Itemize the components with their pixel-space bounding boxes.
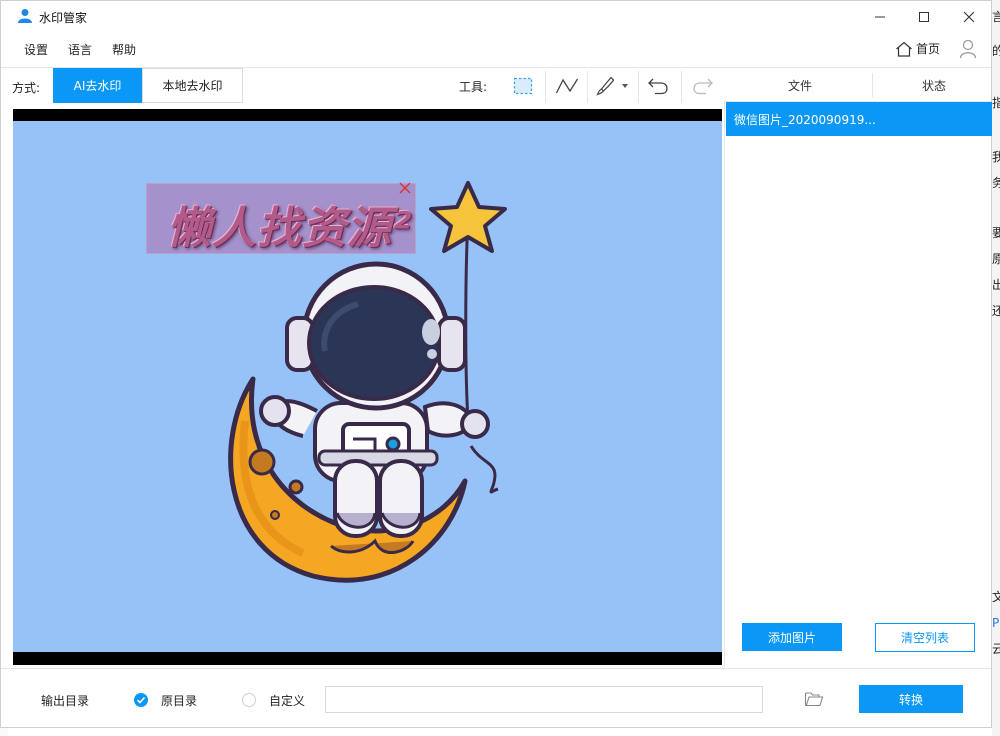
toolbar-divider xyxy=(545,71,546,103)
rect-select-tool[interactable] xyxy=(507,73,539,99)
home-icon xyxy=(896,41,912,57)
maximize-button[interactable] xyxy=(901,1,947,32)
menu-help[interactable]: 帮助 xyxy=(112,41,136,58)
app-logo-icon xyxy=(18,9,32,23)
undo-button[interactable] xyxy=(642,73,674,99)
minimize-icon xyxy=(875,16,885,17)
watermark-text: 懒人找资源² xyxy=(167,203,413,254)
home-label: 首页 xyxy=(916,42,941,56)
menu-settings[interactable]: 设置 xyxy=(24,41,48,58)
menu-language[interactable]: 语言 xyxy=(68,41,92,58)
toolbar-divider xyxy=(587,71,588,103)
user-icon[interactable] xyxy=(959,39,977,59)
polyline-tool[interactable] xyxy=(551,73,583,99)
tools-label: 工具: xyxy=(459,80,488,94)
rect-select-icon xyxy=(513,77,533,95)
mode-local-button[interactable]: 本地去水印 xyxy=(142,68,243,103)
radio-original-dir[interactable] xyxy=(134,693,148,707)
bg-char: 要 xyxy=(992,226,1000,240)
title-bar xyxy=(1,1,991,32)
clear-list-button[interactable]: 清空列表 xyxy=(875,623,975,652)
output-path-input[interactable] xyxy=(325,686,763,713)
toolbar-divider xyxy=(638,71,639,103)
header-divider xyxy=(872,73,873,97)
redo-button[interactable] xyxy=(687,73,719,99)
option-custom-label: 自定义 xyxy=(269,694,306,708)
minimize-button[interactable] xyxy=(857,1,903,32)
output-dir-label: 输出目录 xyxy=(41,694,90,708)
radio-custom-dir[interactable] xyxy=(242,693,256,707)
window-title: 水印管家 xyxy=(39,11,88,25)
home-button[interactable]: 首页 xyxy=(895,40,940,57)
brush-icon xyxy=(596,76,628,96)
image-preview[interactable]: 懒人找资源² xyxy=(13,121,722,652)
checkmark-icon xyxy=(136,696,146,704)
file-name: 微信图片_2020090919... xyxy=(734,112,876,127)
column-header-file[interactable]: 文件 xyxy=(788,77,812,94)
close-icon xyxy=(963,11,975,22)
background-window-right: 言 的 指 我 务 要 原 出 还 文 P 云 xyxy=(992,0,1000,736)
undo-icon xyxy=(648,78,668,95)
bg-char: 出 xyxy=(992,278,1000,292)
remove-selection-icon[interactable] xyxy=(399,182,411,194)
mode-label: 方式: xyxy=(12,81,41,95)
bg-char: P xyxy=(992,616,1000,630)
file-list-left-border xyxy=(724,101,725,667)
folder-icon[interactable] xyxy=(804,690,824,707)
bg-char: 言 xyxy=(992,10,1000,24)
bg-char: 我 xyxy=(992,150,1000,164)
footer-divider xyxy=(1,668,991,669)
bg-char: 务 xyxy=(992,176,1000,190)
maximize-icon xyxy=(919,11,929,22)
watermark-selection[interactable]: 懒人找资源² xyxy=(146,182,416,254)
toolbar-divider xyxy=(681,71,682,103)
option-original-label: 原目录 xyxy=(161,694,198,708)
bg-char: 原 xyxy=(992,252,1000,266)
bg-char: 的 xyxy=(992,44,1000,58)
polyline-icon xyxy=(555,78,579,94)
bg-char: 还 xyxy=(992,304,1000,318)
bg-char: 文 xyxy=(992,590,1000,604)
add-image-button[interactable]: 添加图片 xyxy=(742,623,842,651)
bg-char: 云 xyxy=(992,642,1000,656)
close-button[interactable] xyxy=(946,1,992,32)
app-window: 水印管家 设置 语言 帮助 首页 方式: AI去水印 本地去水印 工具: 文件 … xyxy=(0,0,992,728)
bg-char: 指 xyxy=(992,96,1000,110)
mode-ai-button[interactable]: AI去水印 xyxy=(53,68,142,103)
convert-button[interactable]: 转换 xyxy=(859,685,963,713)
redo-icon xyxy=(693,78,713,95)
column-header-status[interactable]: 状态 xyxy=(922,77,946,94)
file-list-item[interactable]: 微信图片_2020090919... xyxy=(726,102,992,136)
brush-tool[interactable] xyxy=(593,73,631,99)
